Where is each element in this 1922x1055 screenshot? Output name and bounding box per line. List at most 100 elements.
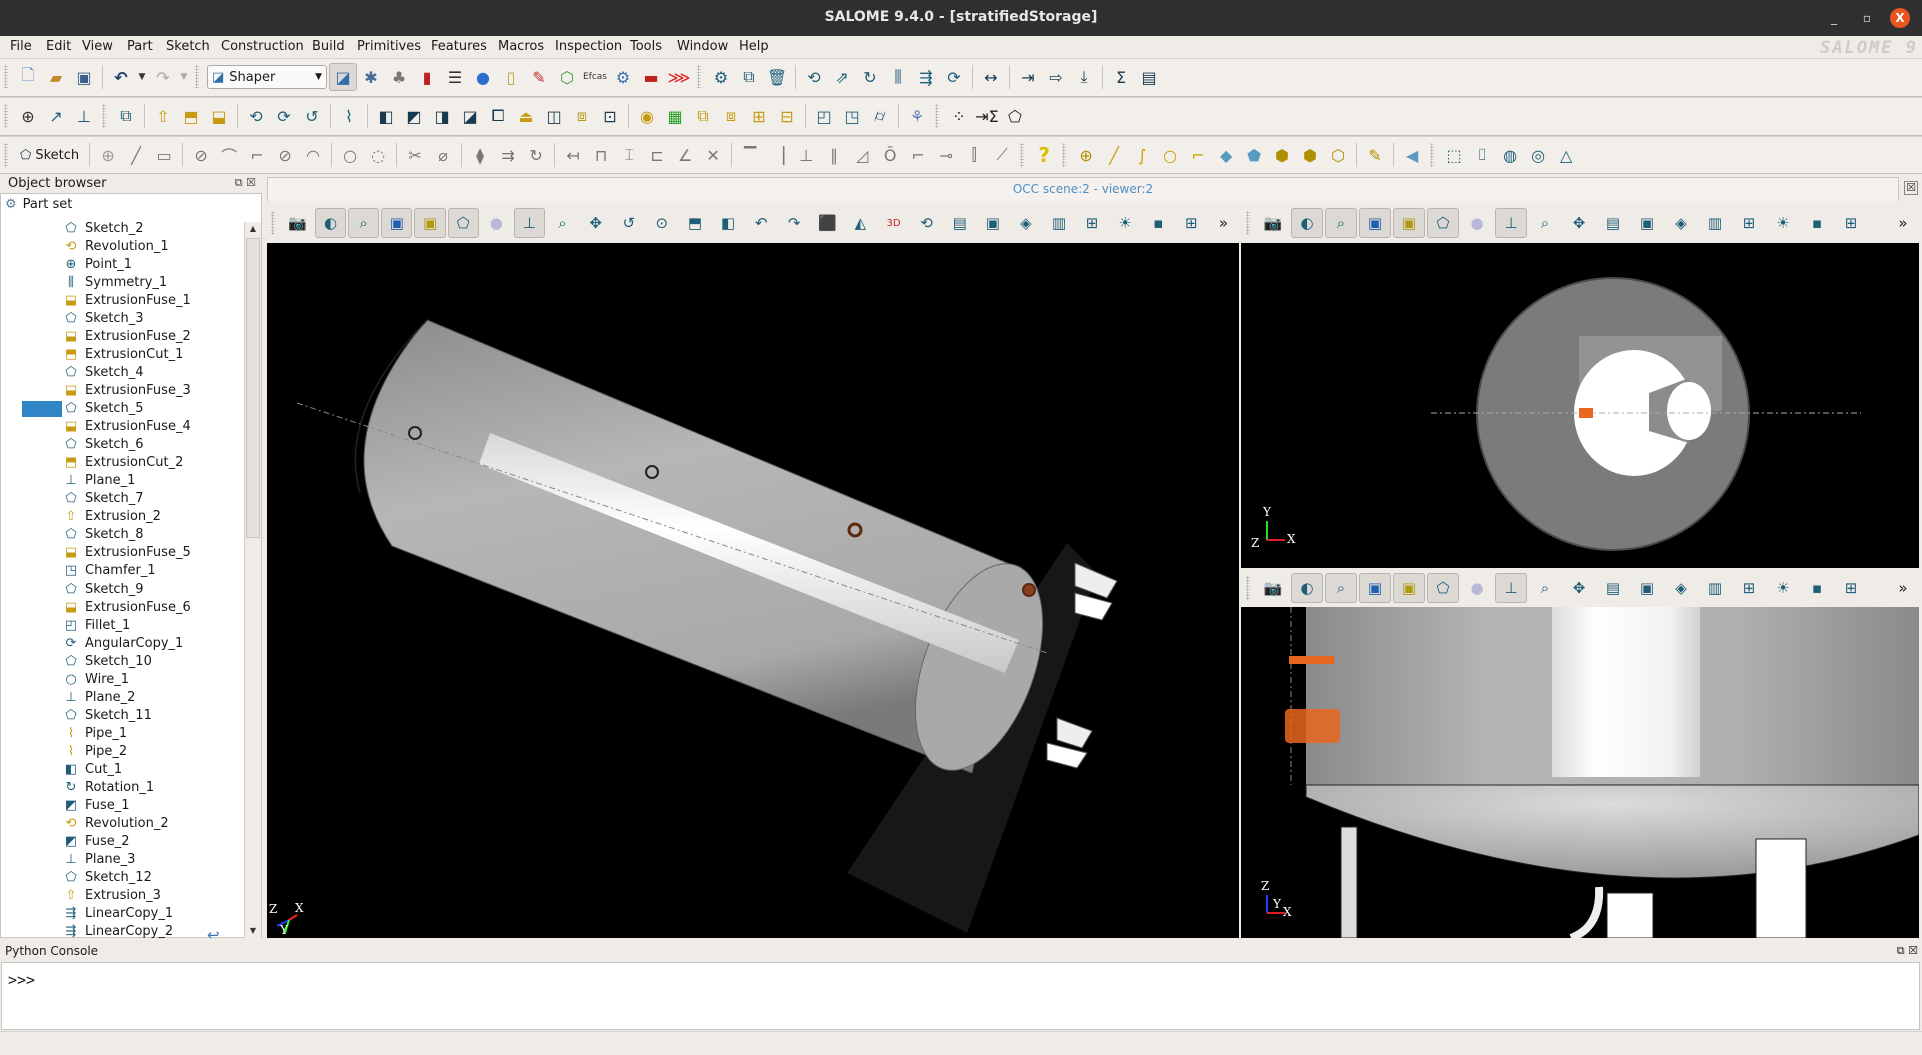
point-icon[interactable]: ⊕ <box>14 102 42 130</box>
measurement-icon[interactable]: ↔ <box>977 63 1005 91</box>
mesh-module-icon[interactable]: ♣ <box>385 63 413 91</box>
toolbar-grip[interactable] <box>697 65 701 89</box>
clipping-icon[interactable]: ◈ <box>1010 208 1041 238</box>
toolbar-grip[interactable] <box>1020 143 1025 167</box>
hexablock-module-icon[interactable]: ⬡ <box>553 63 581 91</box>
clone-view-icon[interactable]: ▣ <box>977 208 1008 238</box>
build-subshapes-icon[interactable]: ⬡ <box>1324 141 1352 169</box>
scaling-icon[interactable]: ▥ <box>1043 208 1074 238</box>
tree-item[interactable]: ◰ Fillet_1 <box>63 616 130 634</box>
fillet-multi-icon[interactable]: ⌭ <box>866 102 894 130</box>
length-constraint-icon[interactable]: ⊏ <box>643 141 671 169</box>
sum-icon[interactable]: Σ <box>1107 63 1135 91</box>
sketch-arc-3pt-icon[interactable]: ◌ <box>364 141 392 169</box>
tangent-constraint-icon[interactable]: Ō <box>876 141 904 169</box>
toolbar-grip[interactable] <box>271 211 275 235</box>
fit-area-icon[interactable]: ⬒ <box>679 208 710 238</box>
union-icon[interactable]: ⧈ <box>568 102 596 130</box>
revolution-cut-icon[interactable]: ⟳ <box>270 102 298 130</box>
sketch-mirror-icon[interactable]: ⧫ <box>466 141 494 169</box>
float-panel-icon[interactable]: ⧉ <box>1897 944 1905 957</box>
extrusion-fuse-icon[interactable]: ⬓ <box>205 102 233 130</box>
background-icon[interactable]: ▪ <box>1143 208 1174 238</box>
background-icon[interactable]: ▪ <box>1801 208 1833 238</box>
menu-primitives[interactable]: Primitives <box>357 39 421 54</box>
shaper-module-icon[interactable]: ◪ <box>329 63 357 91</box>
help-question-icon[interactable]: ? <box>1030 141 1058 169</box>
global-pan-icon[interactable]: ⊙ <box>646 208 677 238</box>
scaling-icon[interactable]: ▥ <box>1699 208 1731 238</box>
tree-item[interactable]: ⬠ Sketch_6 <box>63 436 143 454</box>
sphere-icon[interactable]: ◍ <box>1496 141 1524 169</box>
close-panel-icon[interactable]: ☒ <box>246 176 256 189</box>
toolbar-grip[interactable] <box>1246 211 1250 235</box>
menu-build[interactable]: Build <box>312 39 345 54</box>
extrusion-cut-icon[interactable]: ⬒ <box>177 102 205 130</box>
interaction-style-icon[interactable]: ◐ <box>1291 208 1323 238</box>
rotation-icon[interactable]: ↻ <box>856 63 884 91</box>
dump-view-icon[interactable]: 📷 <box>1257 573 1289 603</box>
import-icon[interactable]: ⇥ <box>1014 63 1042 91</box>
clone-view-icon[interactable]: ▣ <box>1631 573 1663 603</box>
pan-icon[interactable]: ✥ <box>1563 208 1595 238</box>
build-edge-icon[interactable]: ╱ <box>1100 141 1128 169</box>
ambient-light-icon[interactable]: ☀ <box>1767 573 1799 603</box>
build-face-icon[interactable]: ⌐ <box>1184 141 1212 169</box>
projection-mode-icon[interactable]: ◭ <box>845 208 876 238</box>
smash-icon[interactable]: ◪ <box>456 102 484 130</box>
graduated-axes-icon[interactable]: ⊞ <box>1733 208 1765 238</box>
sketch-rectangle-icon[interactable]: ▭ <box>150 141 178 169</box>
tree-item[interactable]: ⬓ ExtrusionFuse_2 <box>63 327 191 345</box>
tree-item[interactable]: ⬠ Sketch_3 <box>63 309 143 327</box>
reset-view-icon[interactable]: ⬛ <box>812 208 843 238</box>
tree-item[interactable]: ⇧ Extrusion_3 <box>63 887 161 905</box>
download-icon[interactable]: ⤓ <box>1070 63 1098 91</box>
circle-selection-icon[interactable]: ● <box>1461 208 1493 238</box>
parameters-gear-icon[interactable]: ⚙ <box>707 63 735 91</box>
cut-icon[interactable]: ◧ <box>372 102 400 130</box>
toolbar-grip[interactable] <box>1246 576 1250 600</box>
history-rollback-icon[interactable]: ↩ <box>207 926 220 944</box>
coincident-constraint-icon[interactable]: ⌐ <box>904 141 932 169</box>
scene-tab[interactable]: OCC scene:2 - viewer:2 <box>267 177 1899 201</box>
polygon-icon[interactable]: ⬠ <box>1427 573 1459 603</box>
tree-item[interactable]: ⬠ Sketch_11 <box>63 706 152 724</box>
polygon-icon[interactable]: ⬠ <box>1427 208 1459 238</box>
ambient-light-icon[interactable]: ☀ <box>1110 208 1141 238</box>
geometry-module-icon[interactable]: ✱ <box>357 63 385 91</box>
tree-item[interactable]: ⌇ Pipe_1 <box>63 724 127 742</box>
tree-item[interactable]: ⇧ Extrusion_2 <box>63 508 161 526</box>
rectangle-selection-icon[interactable]: ▣ <box>1359 208 1391 238</box>
toolbar-grip[interactable] <box>1062 143 1067 167</box>
sketch-rotation-icon[interactable]: ↻ <box>522 141 550 169</box>
show-trihedron-icon[interactable]: ⊥ <box>513 208 546 238</box>
group-remove-icon[interactable]: ⊟ <box>773 102 801 130</box>
box-icon[interactable]: ⬚ <box>1440 141 1468 169</box>
translation-icon[interactable]: ⇗ <box>828 63 856 91</box>
tree-item[interactable]: ⬒ ExtrusionCut_2 <box>63 454 184 472</box>
build-wire-icon[interactable]: ∫ <box>1128 141 1156 169</box>
revolution-fuse-icon[interactable]: ↺ <box>298 102 326 130</box>
menu-inspection[interactable]: Inspection <box>555 39 622 54</box>
open-folder-icon[interactable]: ▰ <box>42 63 70 91</box>
build-polyline-icon[interactable]: ○ <box>1156 141 1184 169</box>
tree-item[interactable]: ⟲ Revolution_2 <box>63 815 169 833</box>
common-icon[interactable]: ◨ <box>428 102 456 130</box>
export-icon[interactable]: ⇨ <box>1042 63 1070 91</box>
tree-item[interactable]: ⬠ Sketch_4 <box>63 363 143 381</box>
tree-item[interactable]: ◩ Fuse_2 <box>63 833 130 851</box>
sketch-trim-icon[interactable]: ✂ <box>401 141 429 169</box>
revolution-icon[interactable]: ⟲ <box>242 102 270 130</box>
undo-dropdown-icon[interactable]: ▼ <box>135 63 149 91</box>
pipe-icon[interactable]: ⌇ <box>335 102 363 130</box>
interaction-style-icon[interactable]: ◐ <box>314 208 347 238</box>
sketch-line-icon[interactable]: ╱ <box>122 141 150 169</box>
fixed-constraint-icon[interactable]: ⊥ <box>792 141 820 169</box>
tree-item[interactable]: ⬓ ExtrusionFuse_1 <box>63 291 191 309</box>
menu-view[interactable]: View <box>82 39 113 54</box>
menu-file[interactable]: File <box>10 39 32 54</box>
stereo-3d-icon[interactable]: 3D <box>878 208 909 238</box>
tree-item[interactable]: ⬠ Sketch_8 <box>63 526 143 544</box>
polygon-selection-icon[interactable]: ▣ <box>414 208 446 238</box>
fuse-icon[interactable]: ◩ <box>400 102 428 130</box>
